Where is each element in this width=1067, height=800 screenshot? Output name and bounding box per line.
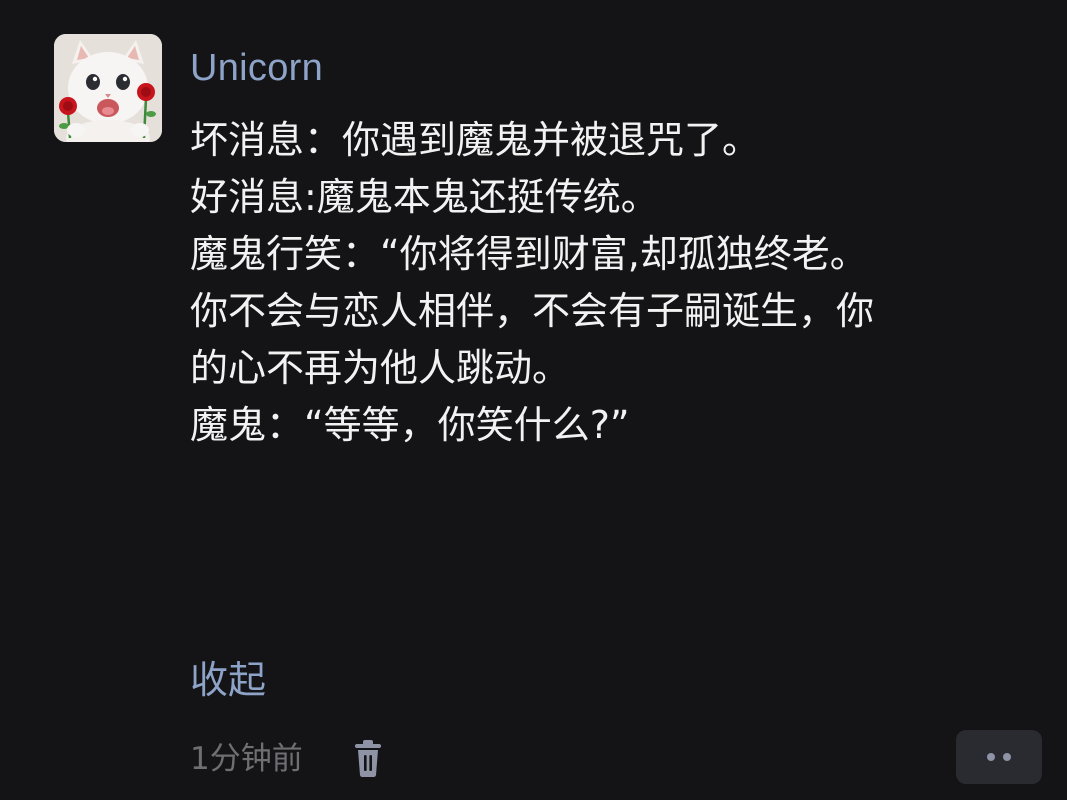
more-options-button[interactable] <box>956 730 1042 784</box>
user-avatar[interactable] <box>54 34 162 142</box>
delete-button[interactable] <box>350 739 386 779</box>
trash-icon <box>355 740 381 777</box>
collapse-link[interactable]: 收起 <box>190 652 266 708</box>
username[interactable]: Unicorn <box>190 42 323 94</box>
comment-timestamp: 1分钟前 <box>190 741 303 777</box>
comment-paragraph: 好消息:魔鬼本鬼还挺传统。 <box>190 175 659 219</box>
more-dots-icon <box>987 753 995 761</box>
comment-screen: Unicorn 坏消息：你遇到魔鬼并被退咒了。 好消息:魔鬼本鬼还挺传统。 魔鬼… <box>0 0 1067 800</box>
more-dots-icon <box>1003 753 1011 761</box>
cat-avatar-icon <box>54 34 162 142</box>
comment-paragraph: 坏消息：你遇到魔鬼并被退咒了。 <box>190 118 761 162</box>
comment-paragraph: 魔鬼：“等等，你笑什么?” <box>190 403 630 447</box>
comment-body: 坏消息：你遇到魔鬼并被退咒了。 好消息:魔鬼本鬼还挺传统。 魔鬼行笑：“你将得到… <box>190 112 1040 454</box>
comment-paragraph: 魔鬼行笑：“你将得到财富,却孤独终老。 你不会与恋人相伴，不会有子嗣诞生，你 的… <box>190 232 875 390</box>
